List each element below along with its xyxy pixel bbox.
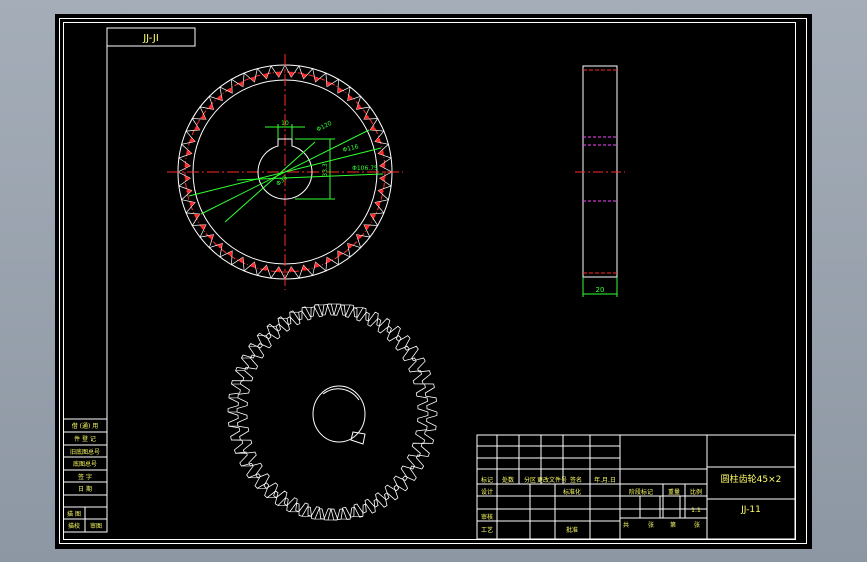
code-box-label: JJ-JI <box>142 33 159 44</box>
tb-sheet-no: 第 <box>670 521 676 529</box>
dia-leader-4 <box>224 141 316 223</box>
tb-header-label: 更改文件号 <box>537 476 567 484</box>
title-block: 标记 处数 分区 更改文件号 签名 年.月.日设计 标准化审核工艺 批准 阶段标记 重量 比例 1:1… <box>476 434 796 540</box>
inner-frame <box>63 22 796 540</box>
tb-header-label: 分区 <box>524 476 536 484</box>
left-strip-label: 签 字 <box>78 473 92 481</box>
left-strip-label: 描校 <box>68 522 80 530</box>
outer-frame <box>59 18 807 544</box>
tb-weight: 重量 <box>668 488 680 496</box>
face-width-dim: 20 <box>596 286 605 294</box>
tip-dia-text: Φ116 <box>342 143 360 154</box>
gear-back-face <box>227 303 429 521</box>
left-strip-label: 旧底图总号 <box>70 448 100 456</box>
cad-viewport[interactable]: JJ-JI 借 (通) 用件 登 记旧底图总号底图总号签 字日 期描 图描校 审图… <box>55 14 812 549</box>
gear-isometric-view <box>227 303 438 521</box>
tb-approve: 批准 <box>566 526 578 534</box>
key-dim-text: 10 <box>281 120 289 127</box>
tb-sheet-word: 张 <box>694 521 700 529</box>
tb-header-label: 处数 <box>502 476 514 484</box>
tb-sheets-word: 张 <box>648 521 654 529</box>
gear-front-face <box>236 303 438 521</box>
tb-review: 审核 <box>481 513 493 521</box>
left-strip-label: 借 (通) 用 <box>72 422 99 430</box>
tb-standardize: 标准化 <box>563 488 581 496</box>
dia-leader-3 <box>236 173 384 181</box>
gear-front-view: 1033.3Φ120Φ116Φ106.75Φ33 <box>167 54 403 290</box>
tb-process: 工艺 <box>481 526 493 534</box>
tb-header-label: 年.月.日 <box>594 476 616 484</box>
tooth-mark <box>326 81 332 87</box>
hub-dim-text: 33.3 <box>322 163 329 177</box>
tb-sheets-total: 共 <box>623 521 629 529</box>
tooth-mark <box>194 125 200 131</box>
drawing-canvas[interactable]: JJ-JI 借 (通) 用件 登 记旧底图总号底图总号签 字日 期描 图描校 审图… <box>55 14 812 549</box>
tb-drawing-no: JJ-11 <box>740 505 761 515</box>
tb-part-name: 圆柱齿轮45×2 <box>721 473 782 485</box>
tb-design: 设计 <box>481 488 493 496</box>
tb-header-label: 标记 <box>481 476 493 484</box>
tb-header-label: 签名 <box>570 476 582 484</box>
pitch-dia-text: Φ120 <box>316 120 334 134</box>
tooth-mark <box>370 125 376 131</box>
left-strip-table: 借 (通) 用件 登 记旧底图总号底图总号签 字日 期描 图描校 审图 <box>63 418 108 533</box>
tooth-mark <box>238 81 244 87</box>
tb-ratio: 比例 <box>690 488 702 496</box>
left-strip-label: 件 登 记 <box>74 435 96 443</box>
left-strip-label: 描 图 <box>67 510 81 518</box>
gear-side-view: 20 <box>575 65 625 297</box>
root-dia-text: Φ106.75 <box>352 165 378 172</box>
tb-scale: 1:1 <box>691 507 701 514</box>
left-strip-label: 底图总号 <box>73 460 97 468</box>
left-strip-label: 审图 <box>90 522 102 530</box>
iso-bore <box>312 385 366 443</box>
tb-stage-mark: 阶段标记 <box>629 488 653 496</box>
left-strip-label: 日 期 <box>78 485 92 493</box>
